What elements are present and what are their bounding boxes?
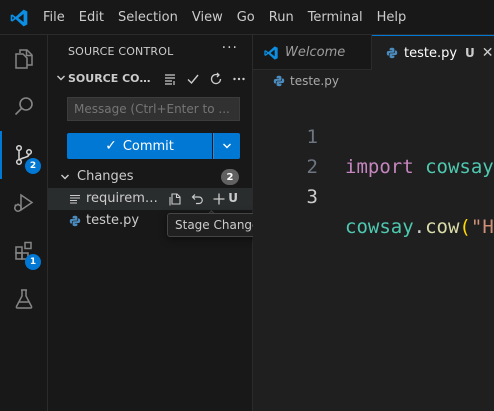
list-icon [164, 74, 175, 85]
stage-changes-button[interactable] [208, 190, 230, 208]
refresh-button[interactable] [204, 70, 227, 88]
tab-status-untracked: U [465, 46, 475, 60]
open-file-icon [169, 193, 181, 206]
python-file-icon [386, 47, 398, 59]
changes-group-header[interactable]: Changes 2 [48, 166, 252, 188]
explorer-activity[interactable] [0, 35, 48, 83]
code-line: 2 [253, 122, 494, 178]
menu-go[interactable]: Go [237, 10, 255, 25]
menu-file[interactable]: File [43, 10, 65, 25]
repository-actions [158, 70, 250, 88]
run-debug-icon [14, 193, 34, 212]
activity-bar: 2 1 [0, 35, 48, 411]
tab-label: teste.py [404, 45, 458, 61]
code-content: cowsay.cow("H [345, 212, 494, 242]
check-icon: ✓ [105, 138, 117, 154]
flask-icon [15, 289, 33, 309]
files-icon [15, 49, 33, 69]
python-file-icon [273, 75, 285, 87]
close-icon[interactable]: ✕ [482, 45, 494, 61]
testing-activity[interactable] [0, 275, 48, 323]
menu-edit[interactable]: Edit [79, 10, 104, 25]
discard-icon [191, 194, 203, 205]
breadcrumb: teste.py [253, 70, 494, 92]
commit-label: Commit [122, 138, 174, 154]
active-indicator [0, 131, 2, 179]
changes-label: Changes [77, 169, 134, 184]
text-file-icon [70, 194, 80, 204]
chevron-down-icon [57, 75, 65, 81]
module-ref: cowsay [345, 216, 414, 238]
run-debug-activity[interactable] [0, 179, 48, 227]
commit-check-button[interactable] [181, 70, 204, 88]
refresh-icon [210, 72, 221, 85]
menu-run[interactable]: Run [269, 10, 294, 25]
discard-changes-button[interactable] [186, 190, 208, 208]
vscode-logo-icon[interactable] [9, 8, 29, 28]
breadcrumb-file[interactable]: teste.py [290, 74, 339, 88]
sidebar-more-button[interactable]: ··· [222, 40, 238, 56]
file-actions [164, 190, 230, 208]
tab-label: Welcome [285, 45, 346, 60]
open-file-button[interactable] [164, 190, 186, 208]
open-paren: ( [459, 216, 471, 238]
commit-button[interactable]: ✓ Commit [67, 133, 212, 159]
chevron-down-icon [61, 174, 69, 180]
file-name: requirements.txt [86, 191, 162, 206]
chevron-down-icon [223, 143, 231, 149]
sidebar-title: SOURCE CONTROL [68, 45, 174, 58]
source-control-activity[interactable]: 2 [0, 131, 48, 179]
file-status-untracked: U [228, 191, 238, 205]
menu-terminal[interactable]: Terminal [308, 10, 363, 25]
title-bar: File Edit Selection View Go Run Terminal… [0, 0, 494, 35]
menu-help[interactable]: Help [377, 10, 407, 25]
repository-header[interactable]: SOURCE CONTROL [48, 68, 252, 90]
code-line: 1 import cowsay [253, 92, 494, 178]
code-line: 3 cowsay.cow("H [253, 152, 494, 238]
line-number: 3 [306, 186, 318, 208]
python-file-icon [69, 215, 81, 227]
extensions-badge: 1 [25, 254, 41, 270]
plus-icon [213, 193, 225, 205]
tab-teste-py[interactable]: teste.py U ✕ [372, 35, 494, 70]
changes-count-badge: 2 [221, 169, 239, 185]
vscode-logo-icon [264, 45, 278, 60]
menu-view[interactable]: View [192, 10, 223, 25]
check-icon [187, 74, 199, 85]
search-activity[interactable] [0, 83, 48, 131]
extensions-activity[interactable]: 1 [0, 227, 48, 275]
commit-message-input[interactable] [67, 97, 240, 121]
source-control-sidebar: SOURCE CONTROL ··· SOURCE CONTROL ✓ Comm… [48, 35, 274, 411]
string-literal: "H [470, 216, 494, 238]
dot: . [413, 216, 426, 238]
menu-bar: File Edit Selection View Go Run Terminal… [43, 0, 420, 35]
file-item-requirements[interactable]: requirements.txt U [48, 188, 252, 210]
search-icon [14, 97, 33, 116]
repository-more-button[interactable] [227, 70, 250, 88]
menu-selection[interactable]: Selection [118, 10, 178, 25]
view-as-list-button[interactable] [158, 70, 181, 88]
commit-dropdown-button[interactable] [213, 133, 240, 159]
scm-badge: 2 [25, 158, 41, 174]
editor-tabs: Welcome teste.py U ✕ [253, 35, 494, 70]
file-name: teste.py [86, 213, 140, 228]
tab-welcome[interactable]: Welcome [253, 35, 372, 70]
code-editor[interactable]: 1 import cowsay 2 3 cowsay.cow("H [253, 92, 494, 411]
ellipsis-icon [232, 77, 245, 81]
repository-title: SOURCE CONTROL [68, 72, 152, 85]
function-name: cow [425, 216, 460, 238]
